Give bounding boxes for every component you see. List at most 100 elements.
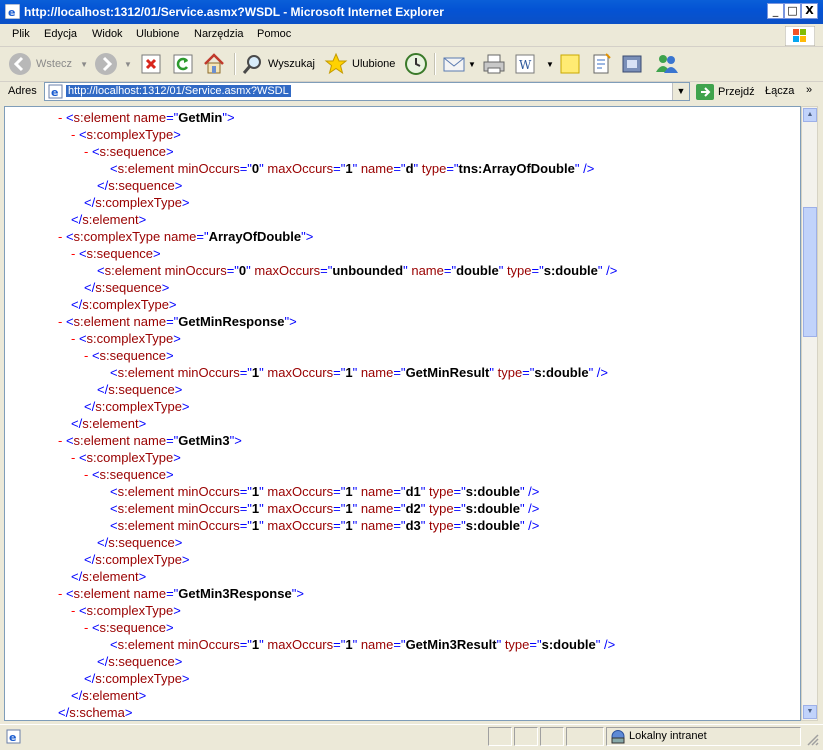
xml-line[interactable]: - <s:complexType> bbox=[71, 602, 181, 619]
toolbar-separator bbox=[234, 53, 236, 75]
status-cell bbox=[488, 727, 512, 746]
menu-edit[interactable]: Edycja bbox=[44, 28, 77, 40]
xml-line[interactable]: - <s:complexType> bbox=[71, 449, 181, 466]
edit-dropdown-icon[interactable]: ▼ bbox=[546, 60, 554, 69]
vertical-scrollbar[interactable]: ▲ ▼ bbox=[801, 106, 818, 721]
refresh-button[interactable] bbox=[172, 51, 194, 77]
research-button[interactable] bbox=[590, 51, 614, 77]
collapse-toggle[interactable]: - bbox=[84, 348, 92, 363]
xml-line[interactable]: - <s:sequence> bbox=[84, 619, 174, 636]
collapse-toggle[interactable]: - bbox=[58, 314, 66, 329]
back-dropdown-icon[interactable]: ▼ bbox=[80, 60, 88, 69]
messenger-button[interactable] bbox=[654, 51, 680, 77]
menu-help[interactable]: Pomoc bbox=[257, 28, 291, 40]
zone-label: Lokalny intranet bbox=[629, 730, 707, 742]
links-chevron-icon[interactable]: » bbox=[806, 84, 812, 96]
zone-cell: Lokalny intranet bbox=[606, 727, 801, 746]
history-icon bbox=[405, 53, 427, 75]
xml-line: <s:element minOccurs="1" maxOccurs="1" n… bbox=[110, 501, 540, 516]
menu-favorites[interactable]: Ulubione bbox=[136, 28, 179, 40]
xml-line[interactable]: - <s:complexType> bbox=[71, 126, 181, 143]
search-icon bbox=[242, 55, 261, 74]
mail-icon bbox=[443, 57, 465, 72]
favorites-button[interactable]: Ulubione bbox=[324, 51, 395, 77]
xml-line: <s:element minOccurs="1" maxOccurs="1" n… bbox=[110, 484, 540, 499]
home-icon bbox=[204, 53, 224, 74]
collapse-toggle[interactable]: - bbox=[58, 110, 66, 125]
collapse-toggle[interactable]: - bbox=[71, 127, 79, 142]
xml-line[interactable]: - <s:complexType name="ArrayOfDouble"> bbox=[58, 228, 313, 245]
mail-button[interactable]: ▼ bbox=[442, 51, 476, 77]
forward-arrow-icon bbox=[95, 53, 117, 75]
collapse-toggle[interactable]: - bbox=[58, 229, 66, 244]
svg-text:e: e bbox=[8, 6, 15, 19]
minimize-button[interactable]: _ bbox=[767, 3, 784, 19]
xml-line[interactable]: - <s:sequence> bbox=[84, 466, 174, 483]
toolbar: Wstecz ▼ ▼ Wyszukaj Ulubione ▼ W ▼ bbox=[0, 47, 823, 82]
status-cell bbox=[514, 727, 538, 746]
forward-button[interactable]: ▼ bbox=[94, 51, 132, 77]
xml-viewer[interactable]: - <s:element name="GetMin"> - <s:complexT… bbox=[4, 106, 801, 721]
status-cell bbox=[540, 727, 564, 746]
xml-line[interactable]: - <s:element name="GetMinResponse"> bbox=[58, 313, 297, 330]
go-button[interactable]: Przejdź bbox=[696, 84, 755, 100]
window-title: http://localhost:1312/01/Service.asmx?WS… bbox=[24, 5, 444, 19]
xml-line[interactable]: - <s:sequence> bbox=[84, 143, 174, 160]
messenger-icon bbox=[656, 55, 678, 73]
xml-line: </s:sequence> bbox=[84, 280, 170, 295]
menu-tools[interactable]: Narzędzia bbox=[194, 28, 244, 40]
address-dropdown-icon[interactable]: ▼ bbox=[672, 83, 689, 100]
xml-line[interactable]: - <s:element name="GetMin3Response"> bbox=[58, 585, 304, 602]
intranet-icon bbox=[611, 730, 625, 744]
close-button[interactable]: X bbox=[801, 3, 818, 19]
favorites-label: Ulubione bbox=[352, 58, 396, 70]
collapse-toggle[interactable]: - bbox=[84, 144, 92, 159]
back-button[interactable]: Wstecz ▼ bbox=[8, 51, 88, 77]
edit-button[interactable]: W ▼ bbox=[514, 51, 554, 77]
resize-grip-icon[interactable] bbox=[806, 733, 820, 747]
status-text-cell bbox=[0, 727, 486, 746]
page-icon: e bbox=[48, 84, 63, 99]
search-button[interactable]: Wyszukaj bbox=[242, 51, 315, 77]
menu-file[interactable]: Plik bbox=[12, 28, 30, 40]
address-input[interactable]: e http://localhost:1312/01/Service.asmx?… bbox=[44, 82, 690, 101]
collapse-toggle[interactable]: - bbox=[71, 450, 79, 465]
word-edit-icon: W bbox=[515, 54, 535, 74]
back-label: Wstecz bbox=[36, 58, 73, 70]
xml-line[interactable]: - <s:element name="GetMin3"> bbox=[58, 432, 242, 449]
media-button[interactable] bbox=[620, 51, 644, 77]
discuss-button[interactable] bbox=[558, 51, 582, 77]
go-label: Przejdź bbox=[718, 86, 755, 98]
xml-line[interactable]: - <s:sequence> bbox=[71, 245, 161, 262]
xml-line: <s:element minOccurs="0" maxOccurs="1" n… bbox=[110, 161, 595, 176]
mail-dropdown-icon[interactable]: ▼ bbox=[468, 60, 476, 69]
links-button[interactable]: Łącza bbox=[765, 85, 794, 97]
collapse-toggle[interactable]: - bbox=[71, 603, 79, 618]
collapse-toggle[interactable]: - bbox=[84, 620, 92, 635]
forward-dropdown-icon[interactable]: ▼ bbox=[124, 60, 132, 69]
collapse-toggle[interactable]: - bbox=[58, 586, 66, 601]
menu-view[interactable]: Widok bbox=[92, 28, 123, 40]
address-bar: Adres e http://localhost:1312/01/Service… bbox=[0, 81, 823, 103]
scroll-up-icon[interactable]: ▲ bbox=[803, 108, 817, 122]
refresh-icon bbox=[173, 54, 193, 74]
collapse-toggle[interactable]: - bbox=[71, 331, 79, 346]
print-button[interactable] bbox=[482, 51, 506, 77]
collapse-toggle[interactable]: - bbox=[58, 433, 66, 448]
xml-line: </s:schema> bbox=[58, 705, 133, 720]
address-url[interactable]: http://localhost:1312/01/Service.asmx?WS… bbox=[66, 85, 291, 97]
printer-icon bbox=[483, 54, 505, 74]
xml-line[interactable]: - <s:sequence> bbox=[84, 347, 174, 364]
history-button[interactable] bbox=[404, 51, 428, 77]
xml-line: </s:element> bbox=[71, 212, 147, 227]
home-button[interactable] bbox=[202, 51, 226, 77]
xml-line[interactable]: - <s:element name="GetMin"> bbox=[58, 109, 235, 126]
maximize-button[interactable]: □ bbox=[784, 3, 801, 19]
xml-line[interactable]: - <s:complexType> bbox=[71, 330, 181, 347]
go-arrow-icon bbox=[696, 84, 714, 100]
collapse-toggle[interactable]: - bbox=[71, 246, 79, 261]
stop-button[interactable] bbox=[140, 51, 162, 77]
scroll-down-icon[interactable]: ▼ bbox=[803, 705, 817, 719]
collapse-toggle[interactable]: - bbox=[84, 467, 92, 482]
scroll-thumb[interactable] bbox=[803, 207, 817, 337]
